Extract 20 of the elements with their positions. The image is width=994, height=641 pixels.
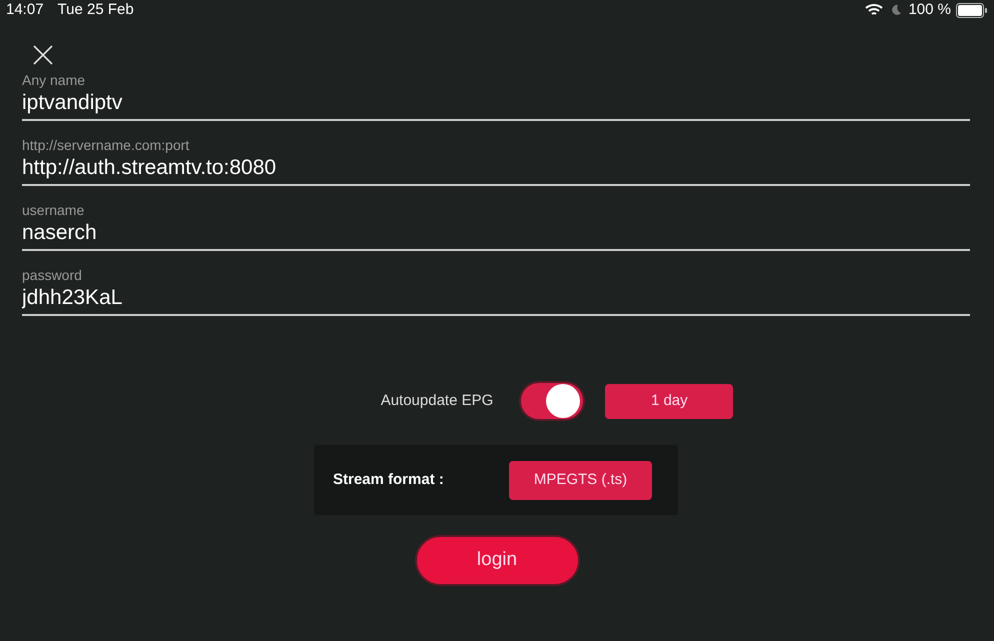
field-label: http://servername.com:port [22,136,190,154]
moon-icon [891,4,902,16]
autoupdate-label: Autoupdate EPG [380,390,494,411]
stream-format-label: Stream format : [333,470,445,490]
field-label: password [22,266,83,284]
field-label: username [22,201,86,219]
close-icon[interactable] [32,44,54,66]
wifi-icon [865,3,884,17]
battery-icon [956,2,988,18]
login-button[interactable]: login [414,535,580,586]
status-time: 14:07 [6,0,44,20]
input-field[interactable]: iptvandiptv [22,89,970,121]
status-date: Tue 25 Feb [58,0,134,20]
field-label: Any name [22,71,86,89]
battery-percentage: 100 % [908,0,951,20]
input-field[interactable]: http://auth.streamtv.to:8080 [22,154,970,186]
interval-button[interactable]: 1 day [605,384,734,418]
autoupdate-toggle[interactable] [519,381,586,421]
input-field[interactable]: naserch [22,219,970,251]
stream-format-button[interactable]: MPEGTS (.ts) [509,460,652,500]
